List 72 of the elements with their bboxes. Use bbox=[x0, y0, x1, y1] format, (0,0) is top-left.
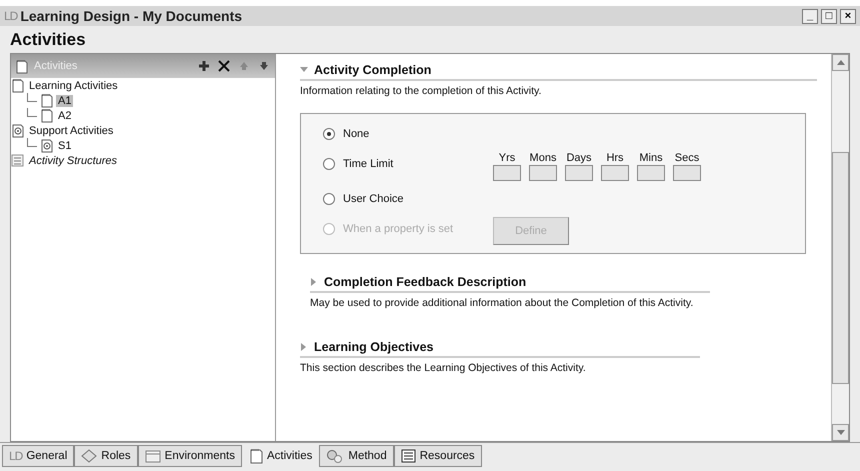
input-field[interactable] bbox=[601, 165, 629, 181]
tab-label: Environments bbox=[164, 450, 235, 462]
radio-button[interactable] bbox=[323, 128, 335, 140]
page-icon bbox=[15, 58, 28, 74]
section-title[interactable]: Activity Completion bbox=[314, 63, 432, 77]
tree-item[interactable]: A2 bbox=[56, 110, 74, 122]
tree-item[interactable]: Activity Structures bbox=[27, 154, 120, 166]
input-field[interactable] bbox=[493, 165, 521, 181]
section-description: May be used to provide additional information about the Completion of this Activity. bbox=[310, 296, 694, 311]
field-label: Mons bbox=[530, 152, 556, 164]
tab-label: Resources bbox=[420, 450, 475, 462]
tree-line bbox=[27, 138, 37, 147]
minimize-button[interactable]: _ bbox=[802, 8, 818, 24]
tab-label: Activities bbox=[266, 450, 312, 462]
scroll-up-button[interactable] bbox=[832, 54, 849, 71]
tab[interactable]: Resources bbox=[394, 445, 482, 467]
section-description: This section describes the Learning Objectives of this Activity. bbox=[300, 361, 587, 376]
logo-text: LD bbox=[9, 449, 22, 463]
field-label: Hrs bbox=[606, 152, 624, 164]
section-title[interactable]: Completion Feedback Description bbox=[324, 275, 526, 289]
option-label: None bbox=[343, 128, 370, 140]
tree-item[interactable]: Learning Activities bbox=[27, 80, 120, 92]
tab[interactable]: Environments bbox=[138, 445, 242, 467]
input-field[interactable] bbox=[565, 165, 593, 181]
add-button[interactable] bbox=[197, 59, 211, 73]
page-icon bbox=[40, 93, 53, 108]
tab[interactable]: Method bbox=[319, 445, 394, 467]
expand-icon[interactable] bbox=[310, 278, 318, 286]
expand-icon[interactable] bbox=[300, 343, 308, 351]
option-label: Time Limit bbox=[343, 158, 394, 170]
maximize-button[interactable]: □ bbox=[821, 8, 837, 24]
option-label: When a property is set bbox=[343, 223, 454, 235]
tree-item[interactable]: A1 bbox=[56, 94, 74, 106]
radio-button[interactable] bbox=[323, 193, 335, 205]
window-title: Learning Design - My Documents bbox=[20, 8, 244, 24]
tab[interactable]: LD General bbox=[2, 445, 74, 467]
scroll-down-button[interactable] bbox=[832, 424, 849, 441]
tree-line bbox=[27, 93, 37, 102]
page-heading: Activities bbox=[10, 29, 87, 51]
option-label: User Choice bbox=[343, 193, 404, 205]
tab-label: Method bbox=[348, 450, 387, 462]
close-button[interactable]: × bbox=[840, 8, 856, 24]
scrollbar[interactable] bbox=[831, 54, 849, 441]
tab-label: Roles bbox=[101, 450, 131, 462]
field-label: Days bbox=[566, 152, 592, 164]
down-arrow-icon bbox=[836, 430, 844, 435]
document-icon bbox=[400, 449, 416, 463]
page-icon bbox=[40, 138, 53, 153]
section-title[interactable]: Learning Objectives bbox=[314, 340, 434, 354]
page-icon bbox=[40, 108, 53, 123]
tree-item[interactable]: Support Activities bbox=[27, 124, 116, 136]
field-label: Yrs bbox=[498, 152, 516, 164]
tree-item[interactable]: S1 bbox=[56, 140, 74, 152]
section-description: Information relating to the completion of this Activity. bbox=[300, 84, 542, 99]
input-field[interactable] bbox=[637, 165, 665, 181]
tree-header-label: Activities bbox=[34, 60, 78, 72]
input-field[interactable] bbox=[529, 165, 557, 181]
input-field[interactable] bbox=[673, 165, 701, 181]
tree-line bbox=[27, 108, 37, 117]
tab-label: General bbox=[26, 450, 68, 462]
tab[interactable]: Roles bbox=[74, 445, 138, 467]
gears-icon bbox=[326, 448, 344, 464]
window-icon bbox=[144, 450, 161, 462]
delete-button[interactable] bbox=[217, 59, 231, 73]
diamond-icon bbox=[81, 449, 98, 463]
up-arrow-icon bbox=[836, 60, 844, 65]
logo-text: LD bbox=[4, 9, 18, 23]
field-label: Secs bbox=[674, 152, 700, 164]
page-icon bbox=[248, 448, 263, 464]
radio-button[interactable] bbox=[323, 158, 335, 170]
field-label: Mins bbox=[639, 152, 663, 164]
collapse-icon[interactable] bbox=[300, 66, 308, 74]
